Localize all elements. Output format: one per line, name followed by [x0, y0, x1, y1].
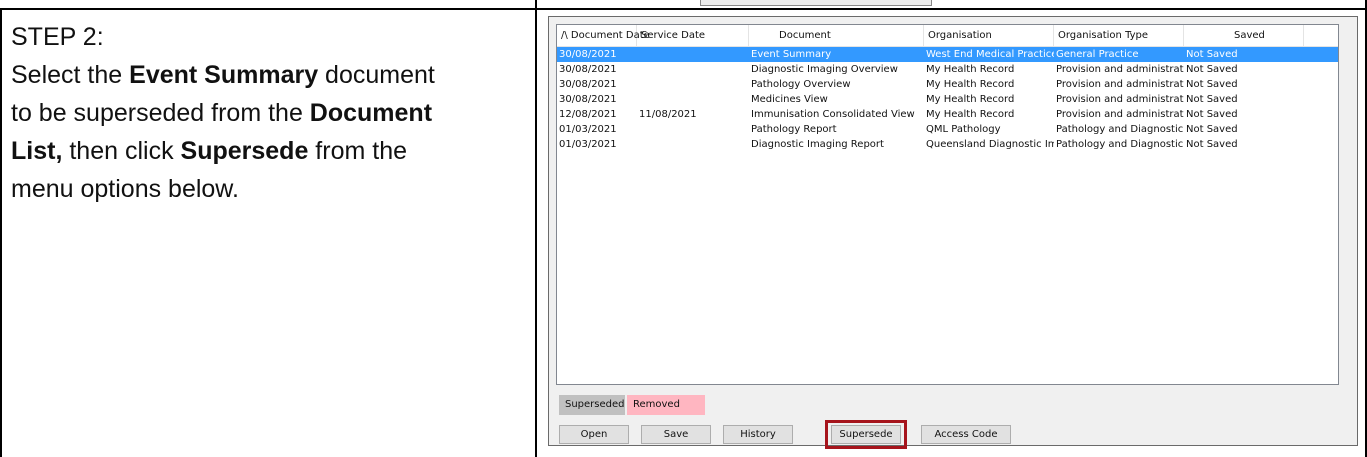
instruction-cell: STEP 2: Select the Event Summary documen… [11, 18, 526, 208]
cell-organisation-type: Pathology and Diagnostic Imag [1056, 124, 1184, 135]
instruction-line-4: menu options below. [11, 175, 239, 203]
instruction-line-3: List, then click Supersede from the [11, 132, 526, 170]
supersede-button[interactable]: Supersede [831, 425, 901, 444]
cell-document-date: 01/03/2021 [559, 139, 617, 150]
column-header-service-date[interactable]: Service Date [637, 25, 749, 46]
cell-service-date [637, 62, 749, 77]
cell-organisation: My Health Record [926, 79, 1015, 90]
cell-organisation-type: Provision and administration of [1056, 94, 1184, 105]
cell-organisation: My Health Record [926, 94, 1015, 105]
cell-organisation: West End Medical Practice [926, 49, 1054, 60]
document-list-panel: /\ Document Date Service Date Document O… [548, 16, 1358, 449]
column-header-filler [1304, 25, 1338, 46]
cell-organisation-type: Provision and administration of [1056, 109, 1184, 120]
cell-saved: Not Saved [1186, 94, 1238, 105]
cell-saved: Not Saved [1186, 139, 1238, 150]
instruction-text: document [318, 61, 435, 89]
cell-saved: Not Saved [1186, 64, 1238, 75]
table-top-border [0, 8, 1367, 10]
cell-document: Diagnostic Imaging Report [751, 139, 884, 150]
save-button[interactable]: Save [641, 425, 711, 444]
cell-organisation: QML Pathology [926, 124, 1001, 135]
document-list[interactable]: /\ Document Date Service Date Document O… [556, 24, 1339, 385]
instruction-bold-event-summary: Event Summary [129, 61, 319, 89]
cell-service-date [637, 77, 749, 92]
table-row[interactable]: 30/08/2021 Diagnostic Imaging Overview M… [557, 62, 1338, 77]
cell-document-date: 01/03/2021 [559, 124, 617, 135]
table-row[interactable]: 01/03/2021 Diagnostic Imaging Report Que… [557, 137, 1338, 152]
column-header-document-date[interactable]: /\ Document Date [557, 25, 650, 46]
cell-organisation: My Health Record [926, 64, 1015, 75]
instruction-bold-document: Document [309, 99, 433, 127]
instruction-text: from the [308, 137, 408, 165]
instruction-text: then click [62, 137, 181, 165]
cell-organisation-type: General Practice [1056, 49, 1139, 60]
table-row[interactable]: 30/08/2021 Pathology Overview My Health … [557, 77, 1338, 92]
cell-document-date: 30/08/2021 [559, 49, 617, 60]
cell-saved: Not Saved [1186, 79, 1238, 90]
cell-service-date: 11/08/2021 [639, 109, 697, 120]
cell-document-date: 12/08/2021 [559, 109, 617, 120]
cell-service-date [637, 92, 749, 107]
cell-organisation-type: Pathology and Diagnostic Imag [1056, 139, 1184, 150]
document-list-header: /\ Document Date Service Date Document O… [557, 25, 1338, 47]
cell-document: Pathology Report [751, 124, 837, 135]
cell-document-date: 30/08/2021 [559, 94, 617, 105]
column-header-organisation[interactable]: Organisation [924, 25, 1054, 46]
column-header-saved[interactable]: Saved [1184, 25, 1304, 46]
access-code-button[interactable]: Access Code [921, 425, 1011, 444]
history-button[interactable]: History [723, 425, 793, 444]
cell-service-date [637, 122, 749, 137]
cell-saved: Not Saved [1186, 49, 1238, 60]
previous-screenshot-edge [700, 0, 932, 6]
column-header-document[interactable]: Document [749, 25, 924, 46]
cell-service-date [637, 137, 749, 152]
instruction-bold-list: List, [11, 137, 63, 165]
legend-superseded: Superseded [559, 395, 625, 415]
cell-saved: Not Saved [1186, 124, 1238, 135]
cell-organisation-type: Provision and administration of [1056, 64, 1184, 75]
instruction-bold-supersede: Supersede [180, 137, 309, 165]
cell-service-date [637, 47, 749, 62]
instruction-line-2: to be superseded from the Document [11, 94, 526, 132]
table-row[interactable]: 30/08/2021 Event Summary West End Medica… [557, 47, 1338, 62]
instruction-text: to be superseded from the [11, 99, 310, 127]
cell-document: Pathology Overview [751, 79, 851, 90]
step-label: STEP 2: [11, 23, 104, 51]
cell-document-date: 30/08/2021 [559, 64, 617, 75]
instruction-text: Select the [11, 61, 130, 89]
instruction-line-1: Select the Event Summary document [11, 56, 526, 94]
cell-organisation-type: Provision and administration of [1056, 79, 1184, 90]
table-left-border [0, 8, 2, 457]
cell-document: Diagnostic Imaging Overview [751, 64, 898, 75]
column-header-organisation-type[interactable]: Organisation Type [1054, 25, 1184, 46]
table-middle-border [535, 0, 537, 457]
legend-removed: Removed [627, 395, 705, 415]
cell-document-date: 30/08/2021 [559, 79, 617, 90]
cell-organisation: My Health Record [926, 109, 1015, 120]
open-button[interactable]: Open [559, 425, 629, 444]
document-list-rows: 30/08/2021 Event Summary West End Medica… [557, 47, 1338, 152]
table-row[interactable]: 12/08/2021 11/08/2021 Immunisation Conso… [557, 107, 1338, 122]
cell-document: Medicines View [751, 94, 828, 105]
cell-organisation: Queensland Diagnostic Imaging [926, 139, 1054, 150]
cell-document: Event Summary [751, 49, 832, 60]
table-row[interactable]: 30/08/2021 Medicines View My Health Reco… [557, 92, 1338, 107]
cell-saved: Not Saved [1186, 109, 1238, 120]
cell-document: Immunisation Consolidated View [751, 109, 915, 120]
table-row[interactable]: 01/03/2021 Pathology Report QML Patholog… [557, 122, 1338, 137]
